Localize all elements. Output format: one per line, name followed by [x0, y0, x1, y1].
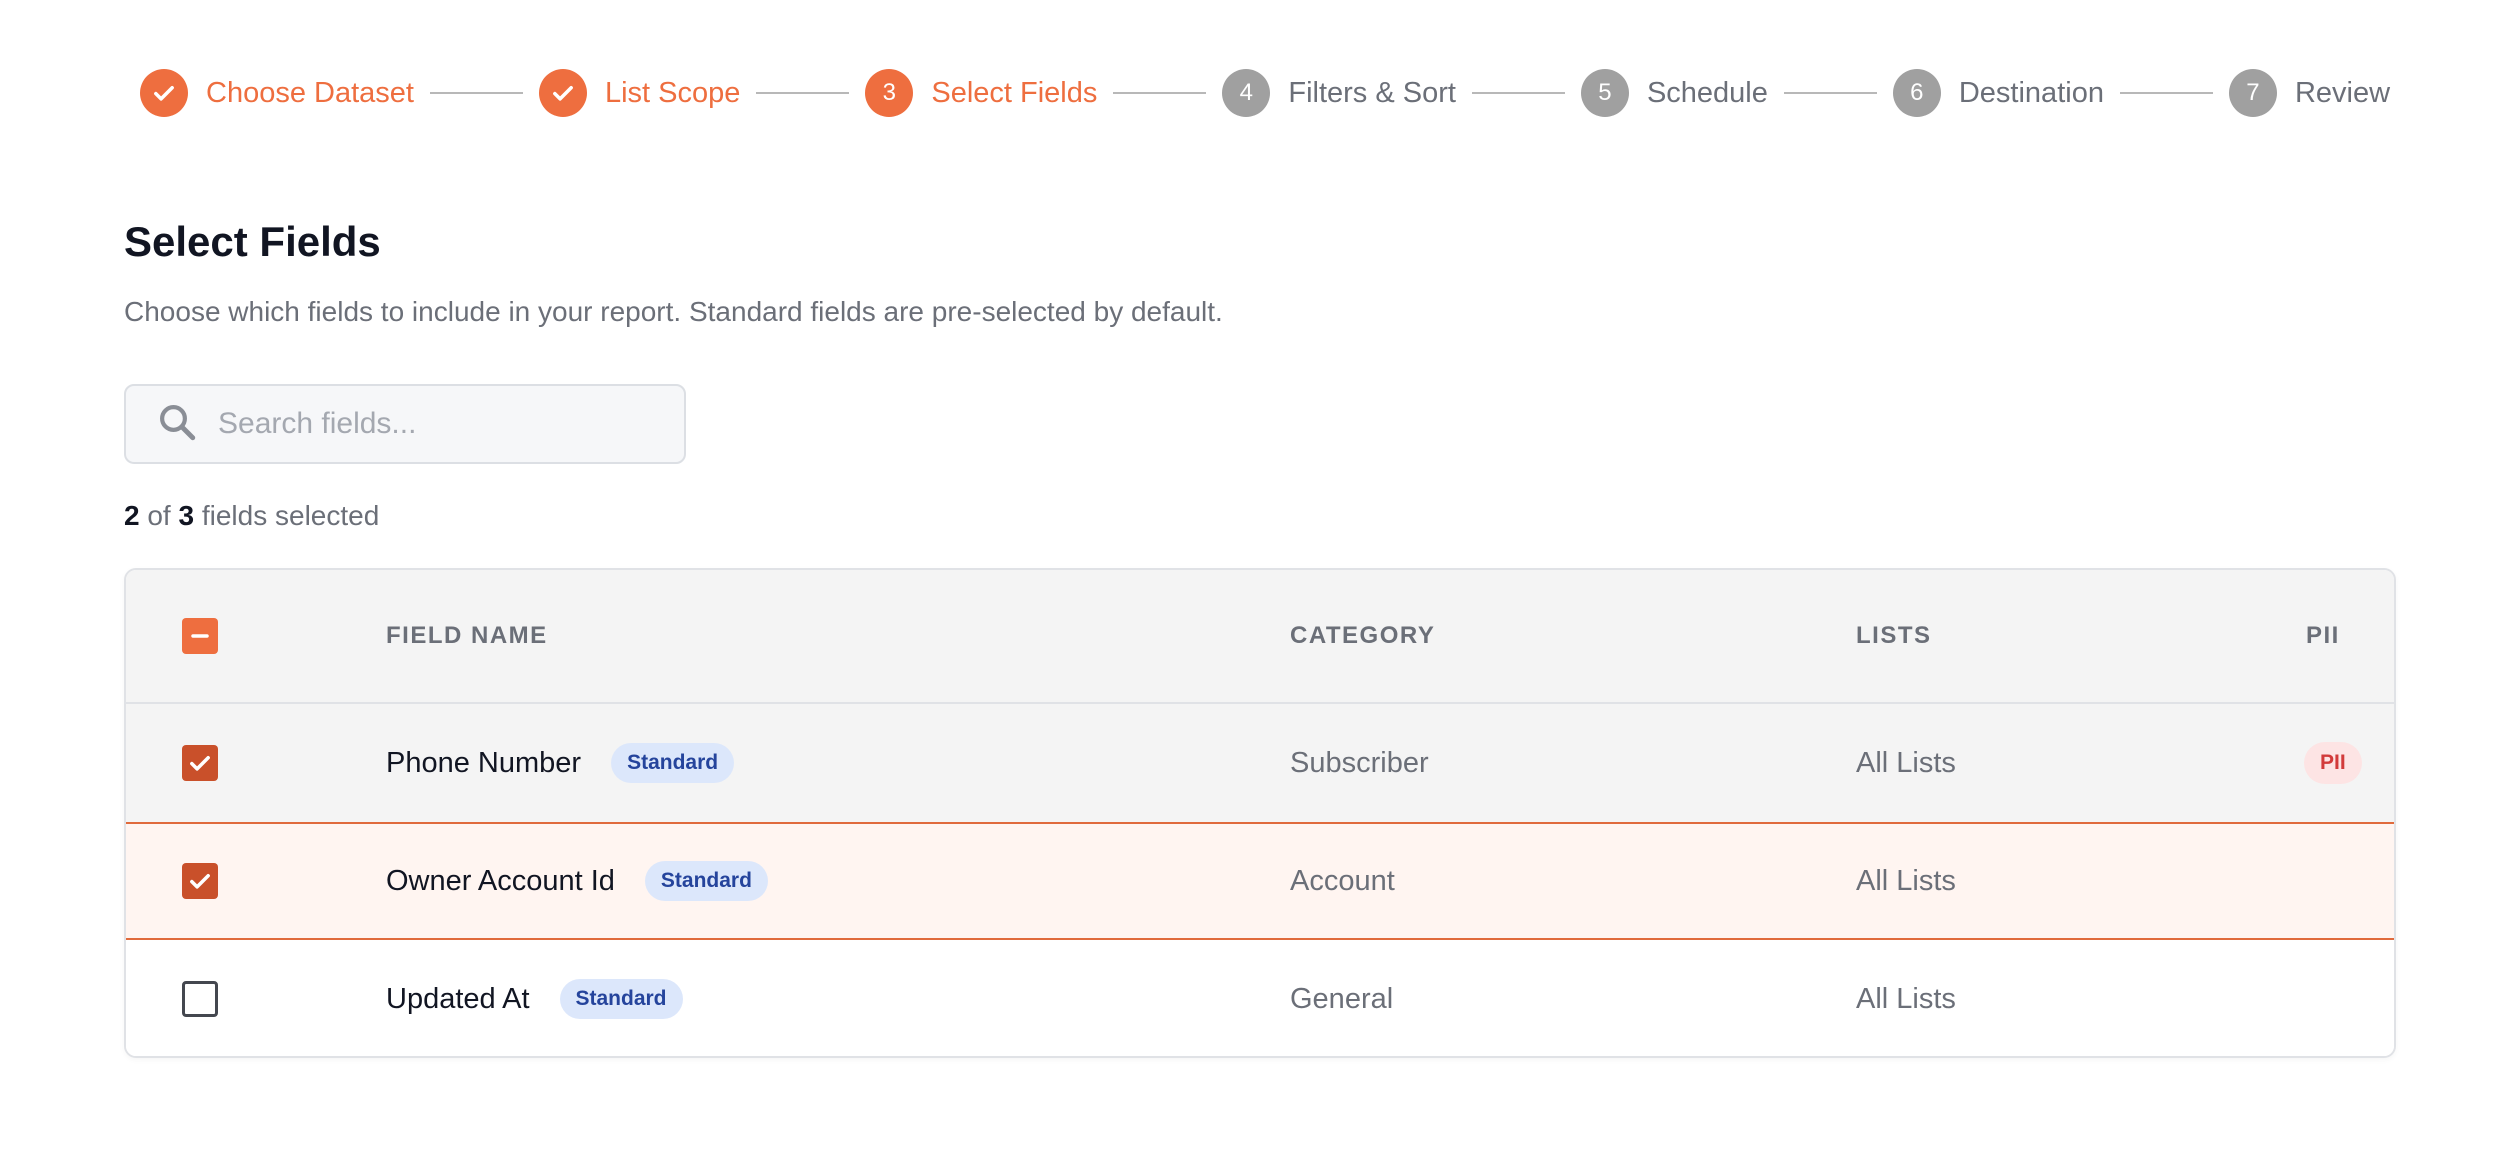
- field-name-cell: Phone Number Standard: [386, 704, 735, 822]
- step-connector: [1783, 92, 1877, 94]
- category-cell: Subscriber: [1290, 746, 1429, 779]
- lists-cell: All Lists: [1856, 746, 1956, 779]
- row-check-cell: [182, 704, 218, 822]
- step-select-fields[interactable]: 3 Select Fields: [865, 69, 1097, 117]
- standard-badge: Standard: [559, 979, 683, 1019]
- search-icon: [156, 401, 198, 448]
- lists-cell: All Lists: [1856, 864, 1956, 897]
- step-number: 4: [1222, 69, 1271, 117]
- page-subtitle: Choose which fields to include in your r…: [124, 296, 1223, 327]
- count-suffix: fields selected: [201, 500, 380, 531]
- step-review[interactable]: 7 Review: [2228, 69, 2391, 117]
- row-checkbox[interactable]: [182, 863, 218, 899]
- field-name-cell: Updated At Standard: [386, 940, 683, 1056]
- fields-table: FIELD NAME CATEGORY LISTS PII Phone Numb…: [124, 568, 2396, 1058]
- table-row[interactable]: Updated At Standard General All Lists: [126, 940, 2394, 1056]
- select-all-cell: [182, 570, 218, 702]
- step-connector: [2119, 92, 2213, 94]
- count-of-text: of: [147, 500, 171, 531]
- category-cell: General: [1290, 982, 1394, 1015]
- step-label: Select Fields: [931, 76, 1098, 109]
- column-header-pii[interactable]: PII: [2306, 570, 2340, 702]
- total-count: 3: [178, 500, 195, 531]
- step-connector: [429, 92, 523, 94]
- category-cell: Account: [1290, 864, 1395, 897]
- pii-badge: PII: [2304, 742, 2362, 784]
- column-header-field-name[interactable]: FIELD NAME: [386, 570, 548, 702]
- step-number: 3: [865, 69, 914, 117]
- row-check-cell: [182, 940, 218, 1056]
- field-name: Updated At: [386, 982, 530, 1015]
- step-number: 6: [1892, 69, 1941, 117]
- field-name: Owner Account Id: [386, 864, 615, 897]
- row-check-cell: [182, 824, 218, 938]
- check-icon: [190, 874, 210, 889]
- step-number: 5: [1580, 69, 1629, 117]
- table-header: FIELD NAME CATEGORY LISTS PII: [126, 570, 2394, 704]
- column-header-category[interactable]: CATEGORY: [1290, 570, 1435, 702]
- step-connector: [1471, 92, 1565, 94]
- step-label: Destination: [1958, 76, 2104, 109]
- step-schedule[interactable]: 5 Schedule: [1580, 69, 1768, 117]
- step-choose-dataset[interactable]: Choose Dataset: [140, 69, 414, 117]
- page-title: Select Fields: [124, 218, 381, 265]
- field-name-cell: Owner Account Id Standard: [386, 824, 768, 938]
- step-label: Review: [2294, 76, 2391, 109]
- minus-icon: [191, 634, 209, 638]
- lists-cell: All Lists: [1856, 982, 1956, 1015]
- check-icon: [190, 756, 210, 771]
- standard-badge: Standard: [644, 861, 768, 901]
- wizard-stepper: Choose Dataset List Scope 3 Select Field…: [140, 68, 2390, 118]
- table-row[interactable]: Owner Account Id Standard Account All Li…: [126, 822, 2394, 940]
- step-connector: [1113, 92, 1207, 94]
- selected-count: 2: [124, 500, 140, 531]
- step-label: Schedule: [1646, 76, 1768, 109]
- step-label: Filters & Sort: [1288, 76, 1456, 109]
- check-icon: [140, 69, 188, 117]
- standard-badge: Standard: [611, 743, 735, 783]
- select-all-checkbox[interactable]: [182, 618, 218, 654]
- pii-cell: PII: [2304, 704, 2362, 822]
- table-row[interactable]: Phone Number Standard Subscriber All Lis…: [126, 704, 2394, 822]
- selection-count: 2 of 3 fields selected: [124, 500, 379, 532]
- search-input[interactable]: [218, 407, 658, 441]
- step-connector: [756, 92, 850, 94]
- step-label: List Scope: [604, 76, 741, 109]
- column-header-lists[interactable]: LISTS: [1856, 570, 1932, 702]
- search-box[interactable]: [124, 384, 686, 464]
- step-label: Choose Dataset: [206, 76, 414, 109]
- step-number: 7: [2228, 69, 2277, 117]
- row-checkbox[interactable]: [182, 745, 218, 781]
- step-filters-sort[interactable]: 4 Filters & Sort: [1222, 69, 1456, 117]
- step-destination[interactable]: 6 Destination: [1892, 69, 2104, 117]
- check-icon: [538, 69, 587, 117]
- row-checkbox[interactable]: [182, 981, 218, 1017]
- step-list-scope[interactable]: List Scope: [538, 69, 741, 117]
- field-name: Phone Number: [386, 746, 582, 779]
